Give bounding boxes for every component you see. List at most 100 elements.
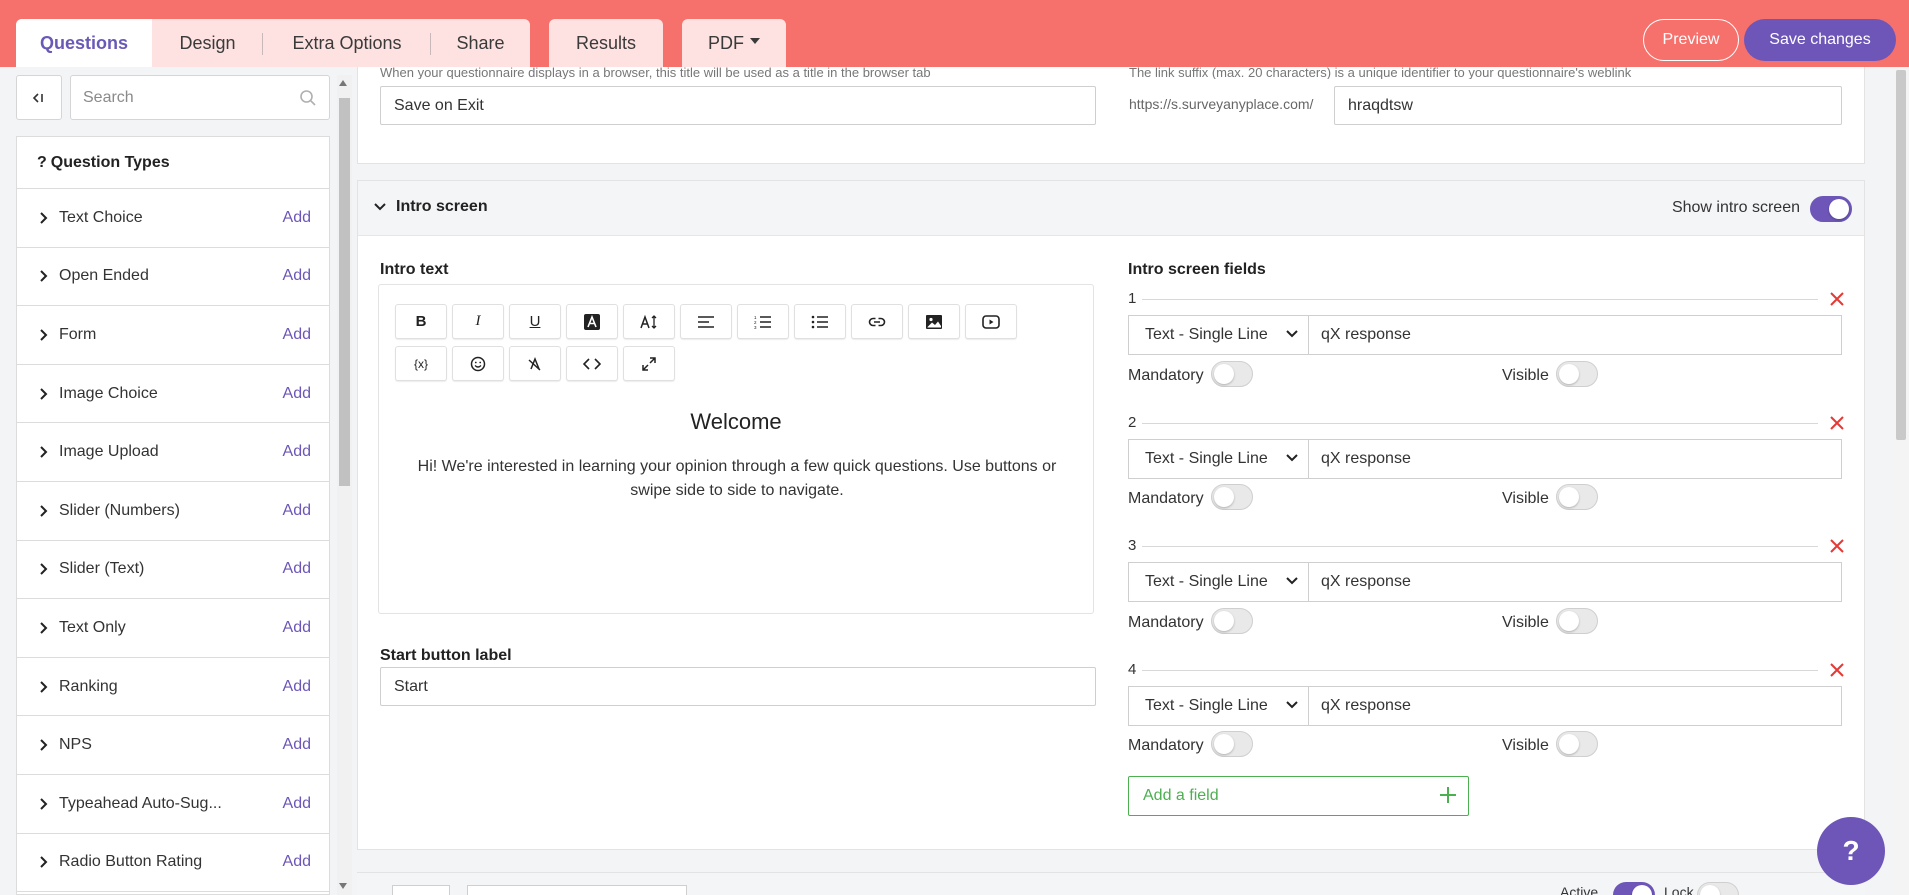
question-type-row[interactable]: Form Add xyxy=(17,306,329,365)
add-question-button[interactable]: Add xyxy=(283,619,311,637)
remove-field-icon[interactable] xyxy=(1830,539,1844,553)
intro-screen-header[interactable]: Intro screen Show intro screen xyxy=(358,181,1864,236)
add-question-button[interactable]: Add xyxy=(283,560,311,578)
intro-text-editor[interactable]: B I U 123 {x} Welcome Hi! We're interest… xyxy=(378,284,1094,614)
mandatory-toggle[interactable] xyxy=(1211,361,1253,387)
field-name-input[interactable]: qX response xyxy=(1308,562,1842,602)
active-toggle[interactable] xyxy=(1613,882,1655,895)
question-type-row[interactable]: Slider (Text) Add xyxy=(17,541,329,600)
question-type-row[interactable]: Ranking Add xyxy=(17,658,329,717)
add-question-button[interactable]: Add xyxy=(283,736,311,754)
remove-field-icon[interactable] xyxy=(1830,663,1844,677)
add-question-button[interactable]: Add xyxy=(283,795,311,813)
preview-button[interactable]: Preview xyxy=(1643,19,1739,61)
fullscreen-button[interactable] xyxy=(623,346,675,381)
chevron-right-icon xyxy=(40,798,48,810)
tab-extra-options[interactable]: Extra Options xyxy=(263,19,431,67)
lock-toggle[interactable] xyxy=(1697,882,1739,895)
mandatory-toggle[interactable] xyxy=(1211,731,1253,757)
bullet-list-button[interactable] xyxy=(794,304,846,339)
question-type-row[interactable]: Open Ended Add xyxy=(17,248,329,307)
video-button[interactable] xyxy=(965,304,1017,339)
question-number-box[interactable] xyxy=(392,885,450,895)
field-name-input[interactable]: qX response xyxy=(1308,439,1842,479)
question-type-label: Text Choice xyxy=(59,208,143,226)
variable-button[interactable]: {x} xyxy=(395,346,447,381)
field-type-select[interactable]: Text - Single Line xyxy=(1128,315,1308,355)
chevron-down-icon[interactable] xyxy=(374,203,386,211)
scroll-down-arrow-icon[interactable] xyxy=(339,883,347,889)
visible-toggle[interactable] xyxy=(1556,608,1598,634)
add-question-button[interactable]: Add xyxy=(283,853,311,871)
question-type-row[interactable]: NPS Add xyxy=(17,716,329,775)
welcome-heading[interactable]: Welcome xyxy=(379,409,1093,435)
visible-label: Visible xyxy=(1502,490,1549,507)
collapse-sidebar-button[interactable] xyxy=(16,75,62,120)
italic-button[interactable]: I xyxy=(452,304,504,339)
question-type-row[interactable]: Typeahead Auto-Sug... Add xyxy=(17,775,329,834)
font-size-button[interactable] xyxy=(623,304,675,339)
field-type-select[interactable]: Text - Single Line xyxy=(1128,562,1308,602)
clear-format-button[interactable] xyxy=(509,346,561,381)
field-name-input[interactable]: qX response xyxy=(1308,315,1842,355)
sidebar-scrollbar-thumb[interactable] xyxy=(339,98,350,486)
question-type-row[interactable]: Image Upload Add xyxy=(17,423,329,482)
text-color-button[interactable] xyxy=(566,304,618,339)
questionnaire-title-input[interactable]: Save on Exit xyxy=(380,86,1096,125)
title-hint: When your questionnaire displays in a br… xyxy=(380,67,931,79)
mandatory-toggle[interactable] xyxy=(1211,608,1253,634)
bold-button[interactable]: B xyxy=(395,304,447,339)
start-button-label-input[interactable]: Start xyxy=(380,667,1096,706)
add-question-button[interactable]: Add xyxy=(283,209,311,227)
visible-toggle[interactable] xyxy=(1556,361,1598,387)
field-type-select[interactable]: Text - Single Line xyxy=(1128,439,1308,479)
intro-screen-card: Intro screen Show intro screen Intro tex… xyxy=(357,180,1865,850)
underline-button[interactable]: U xyxy=(509,304,561,339)
start-button-label-title: Start button label xyxy=(380,647,512,664)
tab-share[interactable]: Share xyxy=(431,19,530,67)
emoji-button[interactable] xyxy=(452,346,504,381)
chevron-right-icon xyxy=(40,856,48,869)
question-type-label: Image Choice xyxy=(59,384,158,402)
link-suffix-input[interactable]: hraqdtsw xyxy=(1334,86,1842,125)
add-question-button[interactable]: Add xyxy=(283,443,311,461)
question-type-row[interactable]: Text Choice Add xyxy=(17,189,329,248)
field-type-select[interactable]: Text - Single Line xyxy=(1128,686,1308,726)
search-field[interactable] xyxy=(70,75,330,120)
question-type-select[interactable] xyxy=(467,885,687,895)
main-scrollbar-thumb[interactable] xyxy=(1896,70,1906,440)
image-button[interactable] xyxy=(908,304,960,339)
question-type-row[interactable]: Radio Button Rating Add xyxy=(17,834,329,893)
add-question-button[interactable]: Add xyxy=(283,326,311,344)
field-name-input[interactable]: qX response xyxy=(1308,686,1842,726)
code-view-button[interactable] xyxy=(566,346,618,381)
save-changes-button[interactable]: Save changes xyxy=(1744,19,1896,61)
tab-pdf[interactable]: PDF xyxy=(682,19,786,67)
question-type-row[interactable]: Text Only Add xyxy=(17,599,329,658)
remove-field-icon[interactable] xyxy=(1830,292,1844,306)
scroll-up-arrow-icon[interactable] xyxy=(339,80,347,86)
search-icon xyxy=(300,90,316,106)
tab-design[interactable]: Design xyxy=(152,19,263,67)
search-input[interactable] xyxy=(83,76,283,119)
help-button[interactable]: ? xyxy=(1817,817,1885,885)
link-button[interactable] xyxy=(851,304,903,339)
visible-toggle[interactable] xyxy=(1556,484,1598,510)
mandatory-toggle[interactable] xyxy=(1211,484,1253,510)
add-question-button[interactable]: Add xyxy=(283,678,311,696)
intro-body-text[interactable]: Hi! We're interested in learning your op… xyxy=(409,455,1065,503)
tab-questions[interactable]: Questions xyxy=(16,19,152,67)
question-type-row[interactable]: Slider (Numbers) Add xyxy=(17,482,329,541)
visible-toggle[interactable] xyxy=(1556,731,1598,757)
align-button[interactable] xyxy=(680,304,732,339)
tab-results[interactable]: Results xyxy=(549,19,663,67)
show-intro-toggle[interactable] xyxy=(1810,196,1852,222)
add-field-button[interactable]: Add a field xyxy=(1128,776,1469,816)
underline-icon: U xyxy=(529,313,541,330)
remove-field-icon[interactable] xyxy=(1830,416,1844,430)
add-question-button[interactable]: Add xyxy=(283,502,311,520)
question-type-row[interactable]: Image Choice Add xyxy=(17,365,329,424)
add-question-button[interactable]: Add xyxy=(283,267,311,285)
ordered-list-button[interactable]: 123 xyxy=(737,304,789,339)
add-question-button[interactable]: Add xyxy=(283,385,311,403)
